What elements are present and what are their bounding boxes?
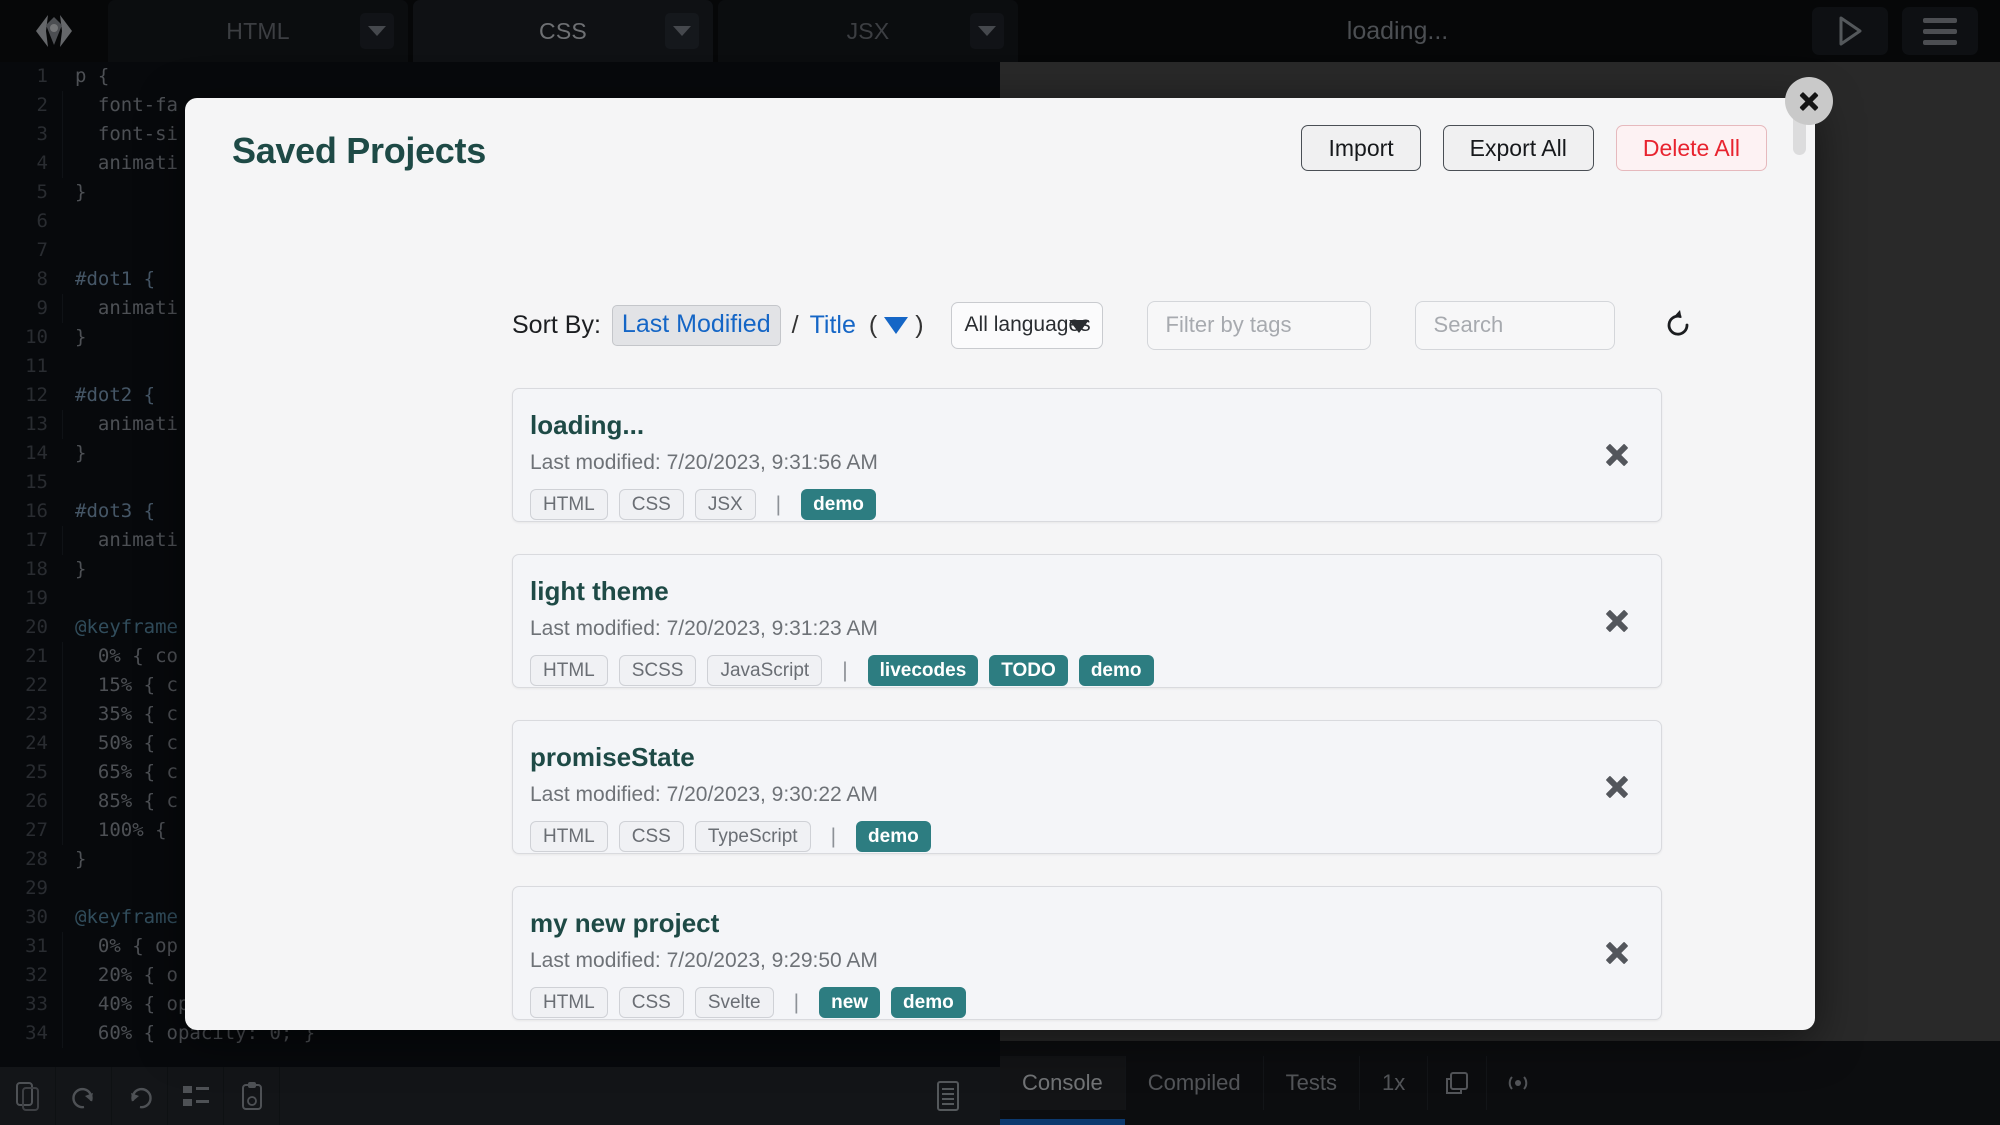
chip-divider: | [775, 492, 782, 516]
project-title: loading... [530, 410, 645, 440]
language-chip[interactable]: CSS [618, 821, 684, 852]
sort-separator: / [791, 310, 799, 339]
language-chip[interactable]: SCSS [618, 655, 697, 686]
delete-icon[interactable] [1595, 433, 1639, 477]
saved-projects-list: loading... Last modified: 7/20/2023, 9:31… [512, 388, 1662, 1030]
project-card[interactable]: my new project Last modified: 7/20/2023, … [512, 886, 1662, 1020]
modal-overlay[interactable]: Saved Projects Import Export All Delete … [0, 0, 2000, 1125]
project-card[interactable]: promiseState Last modified: 7/20/2023, 9:… [512, 720, 1662, 854]
tag-chip[interactable]: TODO [989, 655, 1068, 686]
reset-icon[interactable] [1661, 308, 1695, 342]
delete-x-glyph [1604, 608, 1630, 634]
delete-all-button[interactable]: Delete All [1615, 125, 1767, 171]
delete-icon[interactable] [1595, 765, 1639, 809]
project-last-modified: Last modified: 7/20/2023, 9:31:23 AM [530, 617, 878, 640]
page-title: Saved Projects [232, 130, 486, 171]
delete-x-glyph [1604, 774, 1630, 800]
project-chips: HTML CSS Svelte | new demo [530, 987, 966, 1018]
language-chip[interactable]: HTML [530, 987, 608, 1018]
search-input[interactable]: Search [1414, 300, 1615, 350]
modal-header-actions: Import Export All Delete All [1301, 125, 1767, 171]
language-chip[interactable]: JSX [694, 489, 756, 520]
modal-header: Saved Projects Import Export All Delete … [185, 98, 1815, 201]
chevron-down-icon [1068, 319, 1089, 333]
delete-icon[interactable] [1595, 931, 1639, 975]
sort-direction-toggle[interactable]: ( ) [869, 311, 924, 340]
saved-projects-modal: Saved Projects Import Export All Delete … [185, 98, 1815, 1030]
language-chip[interactable]: TypeScript [694, 821, 811, 852]
chip-divider: | [842, 658, 848, 682]
language-filter-select[interactable]: All languages [950, 301, 1103, 349]
project-card[interactable]: light theme Last modified: 7/20/2023, 9:3… [512, 554, 1662, 688]
language-chip[interactable]: HTML [530, 821, 608, 852]
delete-x-glyph [1604, 940, 1630, 966]
tag-chip[interactable]: livecodes [867, 655, 979, 686]
chip-divider: | [830, 824, 837, 848]
sort-by-label: Sort By: [512, 310, 601, 339]
language-chip[interactable]: HTML [530, 655, 608, 686]
language-chip[interactable]: CSS [618, 489, 684, 520]
tag-chip[interactable]: new [819, 987, 881, 1018]
export-all-button[interactable]: Export All [1442, 125, 1594, 171]
tag-chip[interactable]: demo [801, 489, 876, 520]
modal-scroll-area[interactable]: Saved Projects Import Export All Delete … [185, 98, 1815, 1030]
tag-chip[interactable]: demo [891, 987, 966, 1018]
close-x-glyph [1798, 90, 1820, 112]
project-card[interactable]: loading... Last modified: 7/20/2023, 9:31… [512, 388, 1662, 522]
project-title: my new project [530, 908, 720, 938]
triangle-down-icon [884, 316, 909, 334]
project-title: light theme [530, 576, 669, 606]
sort-and-filter-bar: Sort By: Last Modified / Title ( ) All l… [185, 294, 1815, 356]
project-chips: HTML CSS JSX | demo [530, 489, 876, 520]
paren-close: ) [915, 310, 924, 339]
chip-divider: | [793, 990, 800, 1014]
delete-x-glyph [1604, 442, 1630, 468]
tag-chip[interactable]: demo [1078, 655, 1154, 686]
project-chips: HTML CSS TypeScript | demo [530, 821, 931, 852]
sort-option-last-modified[interactable]: Last Modified [611, 304, 781, 346]
language-chip[interactable]: CSS [618, 987, 684, 1018]
project-title: promiseState [530, 742, 695, 772]
sort-option-title[interactable]: Title [810, 311, 856, 340]
import-button[interactable]: Import [1301, 125, 1421, 171]
project-chips: HTML SCSS JavaScript | livecodes TODO demo [530, 655, 1154, 686]
tag-chip[interactable]: demo [856, 821, 931, 852]
delete-icon[interactable] [1595, 599, 1639, 643]
language-chip[interactable]: JavaScript [707, 655, 823, 686]
project-last-modified: Last modified: 7/20/2023, 9:31:56 AM [530, 451, 878, 474]
language-chip[interactable]: HTML [530, 489, 608, 520]
close-icon[interactable] [1785, 77, 1833, 125]
project-last-modified: Last modified: 7/20/2023, 9:30:22 AM [530, 783, 878, 806]
paren-open: ( [868, 310, 878, 339]
project-last-modified: Last modified: 7/20/2023, 9:29:50 AM [530, 949, 878, 972]
tags-filter-input[interactable]: Filter by tags [1146, 300, 1371, 350]
language-chip[interactable]: Svelte [694, 987, 774, 1018]
